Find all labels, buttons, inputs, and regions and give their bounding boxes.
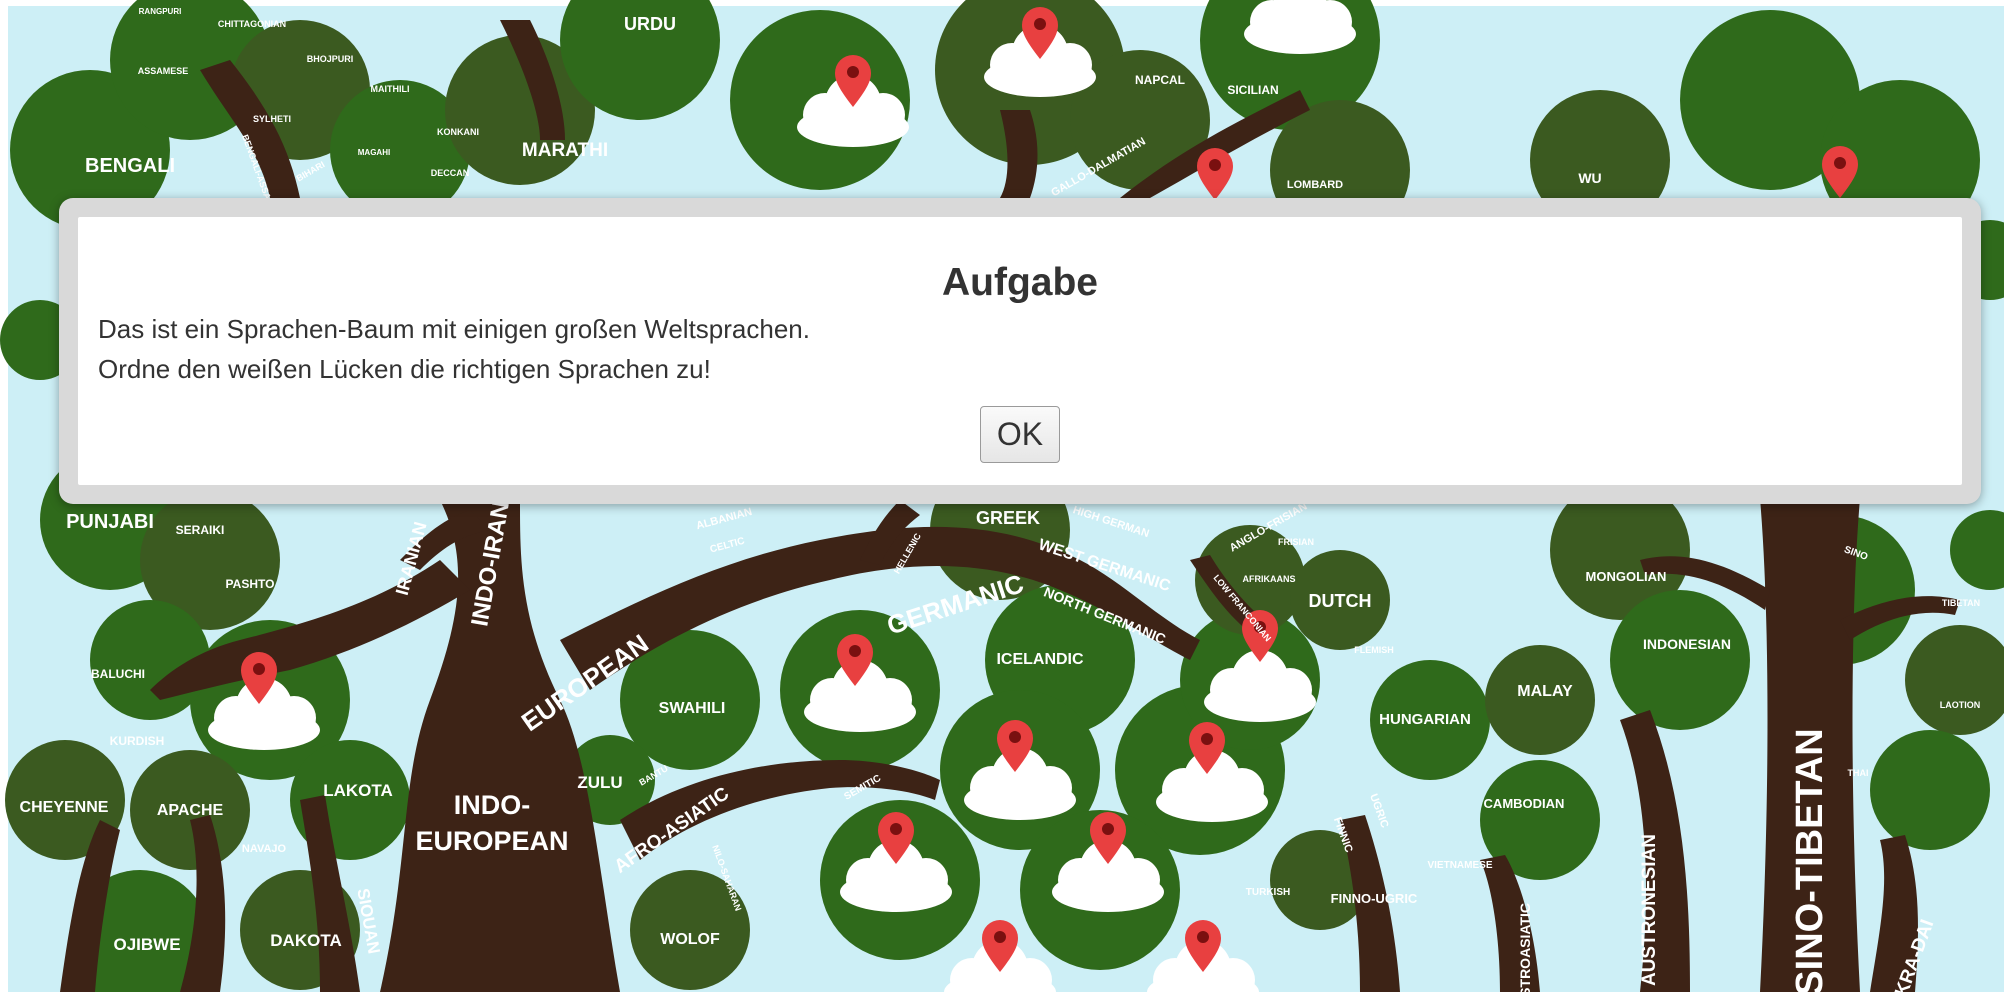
label-urdu: URDU: [624, 14, 676, 34]
label-kurdish: KURDISH: [110, 734, 165, 748]
label-punjabi: PUNJABI: [66, 511, 154, 533]
label-indo: INDO-: [454, 790, 531, 820]
dialog-instructions: Das ist ein Sprachen-Baum mit einigen gr…: [98, 309, 810, 389]
label-marathi: MARATHI: [522, 140, 608, 161]
label-mongolian: MONGOLIAN: [1586, 569, 1667, 584]
label-chittagonian: CHITTAGONIAN: [218, 19, 286, 29]
label-icelandic: ICELANDIC: [996, 651, 1084, 668]
label-bhojpuri: BHOJPURI: [307, 54, 354, 64]
dialog-title: Aufgabe: [942, 261, 1098, 304]
task-dialog-body: Aufgabe Das ist ein Sprachen-Baum mit ei…: [78, 217, 1962, 485]
label-baluchi: BALUCHI: [91, 667, 145, 681]
dialog-line-2: Ordne den weißen Lücken die richtigen Sp…: [98, 354, 711, 384]
label-vietnamese: VIETNAMESE: [1427, 860, 1492, 871]
label-apache: APACHE: [157, 802, 224, 819]
label-napcal: NAPCAL: [1135, 73, 1185, 87]
label-ojibwe: OJIBWE: [113, 935, 180, 954]
label-assamese: ASSAMESE: [138, 66, 189, 76]
label-pashto: PASHTO: [226, 577, 275, 591]
label-deccan: DECCAN: [431, 168, 470, 178]
label-austroasiatic: AUSTROASIATIC: [1517, 903, 1533, 992]
ok-button[interactable]: OK: [980, 406, 1060, 463]
label-maithili: MAITHILI: [371, 84, 410, 94]
label-sino-tibetan: SINO-TIBETAN: [1789, 728, 1831, 992]
label-flemish: FLEMISH: [1354, 645, 1394, 655]
label-afrikaans: AFRIKAANS: [1243, 574, 1296, 584]
label-lakota: LAKOTA: [323, 781, 393, 800]
label-indonesian: INDONESIAN: [1643, 636, 1731, 652]
label-thai: THAI: [1848, 768, 1869, 778]
label-sicilian: SICILIAN: [1227, 83, 1278, 97]
label-lombard: LOMBARD: [1287, 179, 1343, 191]
label-tibetan: TIBETAN: [1942, 598, 1980, 608]
label-malay: MALAY: [1517, 683, 1573, 700]
label-finno: FINNO-UGRIC: [1331, 891, 1418, 906]
label-zulu: ZULU: [577, 773, 622, 792]
label-cheyenne: CHEYENNE: [20, 799, 109, 816]
label-cambodian: CAMBODIAN: [1484, 796, 1565, 811]
label-dutch: DUTCH: [1309, 591, 1372, 611]
label-magahi: MAGAHI: [358, 148, 390, 157]
label-wu: WU: [1578, 170, 1601, 186]
label-lao: LAOTION: [1940, 700, 1981, 710]
label-bengali: BENGALI: [85, 155, 175, 177]
label-konkani: KONKANI: [437, 127, 479, 137]
label-frisian: FRISIAN: [1278, 537, 1314, 547]
label-turkish: TURKISH: [1246, 887, 1290, 898]
label-rangpuri: RANGPURI: [139, 7, 182, 16]
label-european-b: EUROPEAN: [415, 826, 568, 856]
label-wolof: WOLOF: [660, 931, 720, 948]
label-austronesian: AUSTRONESIAN: [1639, 834, 1660, 986]
label-greek: GREEK: [976, 508, 1040, 528]
label-navajo: NAVAJO: [242, 843, 287, 855]
label-seraiki: SERAIKI: [176, 523, 225, 537]
task-dialog: Aufgabe Das ist ein Sprachen-Baum mit ei…: [59, 198, 1981, 504]
label-swahili: SWAHILI: [659, 700, 726, 717]
label-dakota: DAKOTA: [270, 931, 341, 950]
label-hungarian: HUNGARIAN: [1379, 711, 1471, 728]
label-sylheti: SYLHETI: [253, 114, 291, 124]
dialog-line-1: Das ist ein Sprachen-Baum mit einigen gr…: [98, 314, 810, 344]
